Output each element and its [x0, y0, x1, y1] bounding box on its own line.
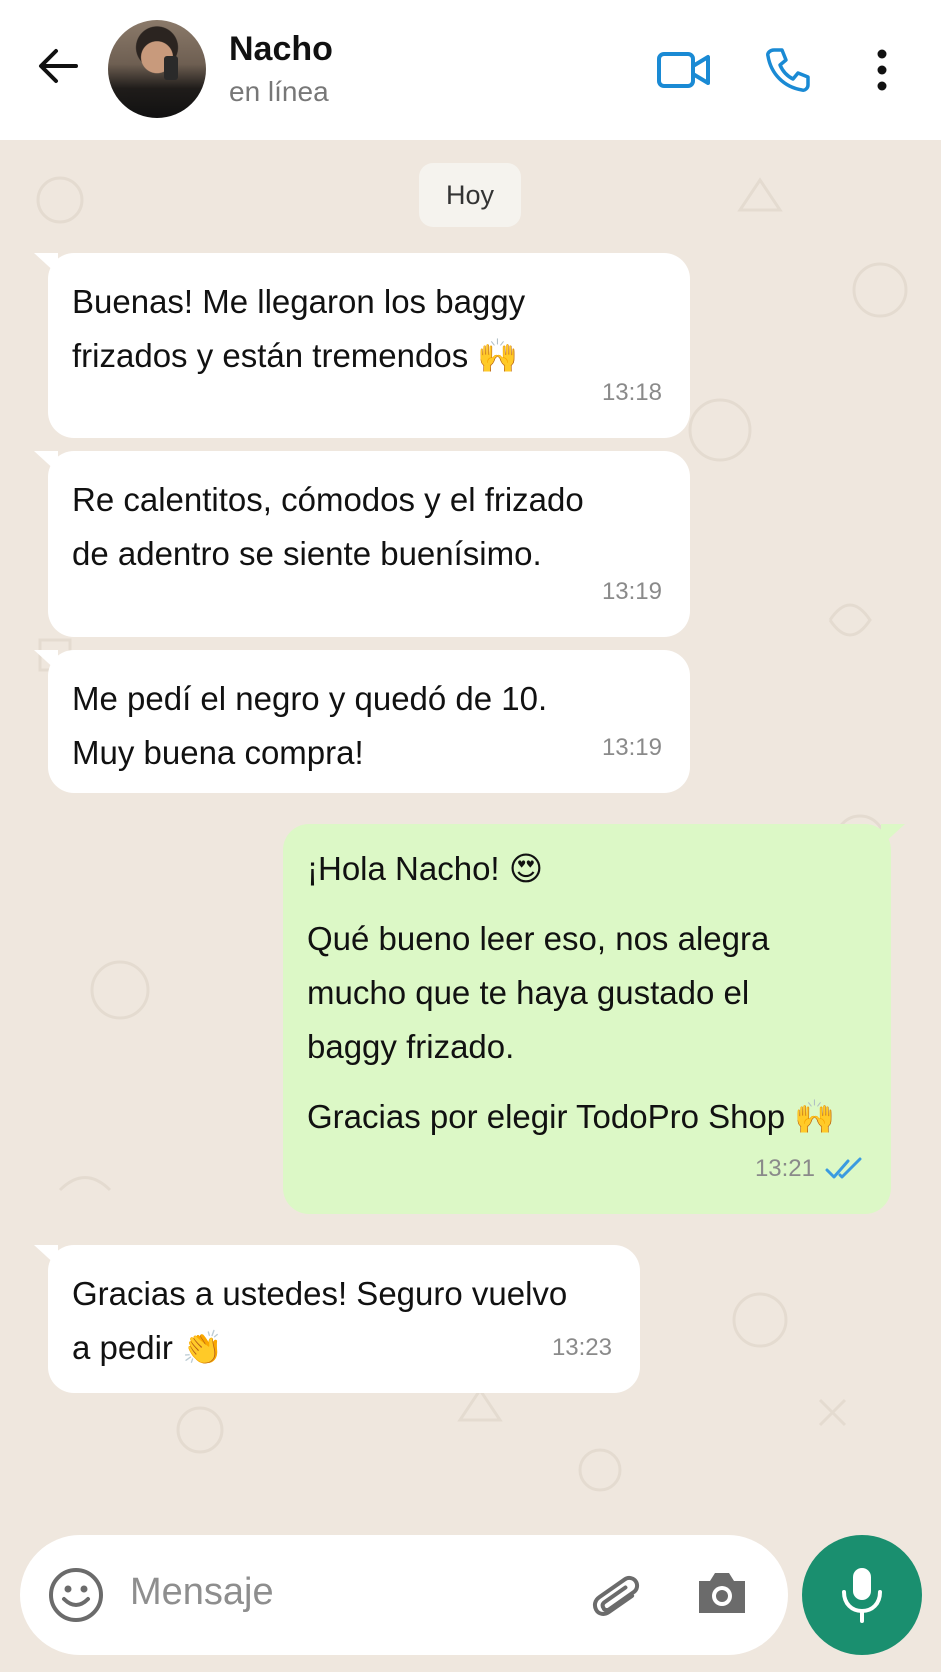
message-composer: Mensaje: [20, 1535, 788, 1655]
message-time: 13:23: [551, 1334, 612, 1361]
avatar-phone-detail: [164, 56, 178, 80]
video-call-button[interactable]: [654, 40, 714, 100]
message-text: Qué bueno leer eso, nos alegra mucho que…: [307, 920, 770, 1065]
video-camera-icon: [657, 52, 710, 88]
smiley-icon: [49, 1568, 103, 1622]
camera-button[interactable]: [695, 1569, 749, 1622]
more-vertical-icon: [877, 49, 887, 91]
message-text: Gracias a ustedes! Seguro vuelvo a pedir…: [72, 1275, 568, 1366]
message-bubble[interactable]: Gracias a ustedes! Seguro vuelvo a pedir…: [34, 1245, 640, 1393]
day-separator: Hoy: [419, 163, 521, 227]
voice-record-button[interactable]: [802, 1535, 922, 1655]
chat-header: Nacho en línea: [0, 0, 941, 140]
voice-call-button[interactable]: [758, 40, 818, 100]
message-time: 13:18: [601, 379, 662, 406]
message-time: 13:21: [754, 1155, 815, 1182]
message-text: Me pedí el negro y quedó de 10. Muy buen…: [72, 680, 548, 771]
double-check-icon: [825, 1157, 862, 1179]
message-text: Buenas! Me llegaron los baggy frizados y…: [72, 283, 526, 374]
message-time: 13:19: [601, 734, 662, 761]
message-text: ¡Hola Nacho! 😍: [307, 850, 544, 887]
arrow-left-icon: [39, 49, 78, 83]
back-button[interactable]: [34, 42, 82, 90]
message-bubble[interactable]: Re calentitos, cómodos y el frizado de a…: [34, 451, 690, 637]
attach-button[interactable]: [588, 1565, 644, 1630]
message-text: Gracias por elegir TodoPro Shop 🙌: [307, 1098, 836, 1135]
emoji-button[interactable]: [48, 1567, 104, 1628]
microphone-icon: [842, 1568, 882, 1623]
camera-icon: [699, 1573, 745, 1613]
message-input[interactable]: Mensaje: [130, 1571, 274, 1614]
message-bubble-outgoing[interactable]: ¡Hola Nacho! 😍 Qué bueno leer eso, nos a…: [283, 824, 905, 1214]
message-time: 13:19: [601, 578, 662, 605]
message-text: Re calentitos, cómodos y el frizado de a…: [72, 481, 584, 572]
contact-name[interactable]: Nacho: [229, 30, 333, 69]
menu-button[interactable]: [852, 40, 912, 100]
message-bubble[interactable]: Me pedí el negro y quedó de 10. Muy buen…: [34, 650, 690, 793]
phone-icon: [766, 48, 810, 92]
message-bubble[interactable]: Buenas! Me llegaron los baggy frizados y…: [34, 253, 690, 438]
contact-status: en línea: [229, 76, 329, 107]
avatar[interactable]: [108, 20, 206, 118]
paperclip-icon: [592, 1575, 640, 1616]
